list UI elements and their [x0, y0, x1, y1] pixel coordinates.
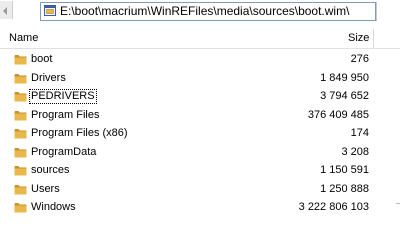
list-item-size: 3 794 652 — [320, 90, 369, 102]
address-path: E:\boot\macrium\WinREFiles\media\sources… — [60, 4, 350, 18]
column-header-size[interactable]: Size — [348, 32, 369, 44]
list-item-size: 1 150 591 — [320, 164, 369, 176]
folder-icon — [14, 91, 27, 102]
list-item-name: Users — [31, 182, 60, 195]
list-item-name: PEDRIVERS — [29, 89, 97, 104]
folder-icon — [14, 110, 27, 121]
address-separator — [376, 2, 377, 21]
folder-icon — [14, 165, 27, 176]
list-item-size: 276 — [350, 53, 369, 65]
list-item-name: Program Files (x86) — [31, 127, 128, 139]
list-item-size: 1 849 950 — [320, 71, 369, 84]
list-item-size: 3 222 806 103 — [298, 201, 369, 213]
list-item-name: Drivers — [31, 71, 66, 84]
folder-icon — [14, 147, 27, 158]
folder-icon — [14, 128, 27, 139]
file-list: boot 276 Drivers 1 849 950 PEDRIVERS 3 794 65… — [0, 51, 400, 218]
list-item[interactable]: Windows 3 222 806 103 — [0, 199, 400, 218]
list-item[interactable]: ProgramData 3 208 — [0, 144, 400, 163]
folder-icon — [14, 184, 27, 195]
list-item[interactable]: Users 1 250 888 — [0, 181, 400, 200]
address-field[interactable]: E:\boot\macrium\WinREFiles\media\sources… — [40, 2, 376, 21]
list-item[interactable]: PEDRIVERS 3 794 652 — [0, 88, 400, 107]
list-item-size: 3 208 — [341, 145, 369, 158]
list-item-size: 174 — [350, 127, 369, 139]
list-item[interactable]: Program Files 376 409 485 — [0, 107, 400, 126]
list-item-name: Windows — [31, 201, 76, 213]
column-header-name[interactable]: Name — [9, 32, 38, 44]
list-item-name: boot — [31, 53, 53, 65]
list-item[interactable]: sources 1 150 591 — [0, 162, 400, 181]
address-bar: E:\boot\macrium\WinREFiles\media\sources… — [0, 0, 400, 22]
archive-folder-icon — [44, 5, 56, 16]
list-item-size: 376 409 485 — [307, 108, 369, 121]
scroll-left-button[interactable] — [0, 1, 13, 19]
file-manager-window: E:\boot\macrium\WinREFiles\media\sources… — [0, 0, 400, 250]
list-item-name: ProgramData — [31, 145, 97, 158]
column-divider[interactable] — [373, 29, 374, 48]
scrollbar-edge — [396, 203, 400, 204]
list-item[interactable]: boot 276 — [0, 51, 400, 70]
list-item[interactable]: Program Files (x86) 174 — [0, 125, 400, 144]
list-item[interactable]: Drivers 1 849 950 — [0, 70, 400, 89]
column-header: Name Size — [0, 29, 400, 49]
list-item-name: Program Files — [31, 108, 100, 121]
list-item-size: 1 250 888 — [320, 182, 369, 195]
folder-icon — [14, 54, 27, 65]
list-item-name: sources — [31, 164, 70, 176]
folder-icon — [14, 202, 27, 213]
folder-icon — [14, 73, 27, 84]
